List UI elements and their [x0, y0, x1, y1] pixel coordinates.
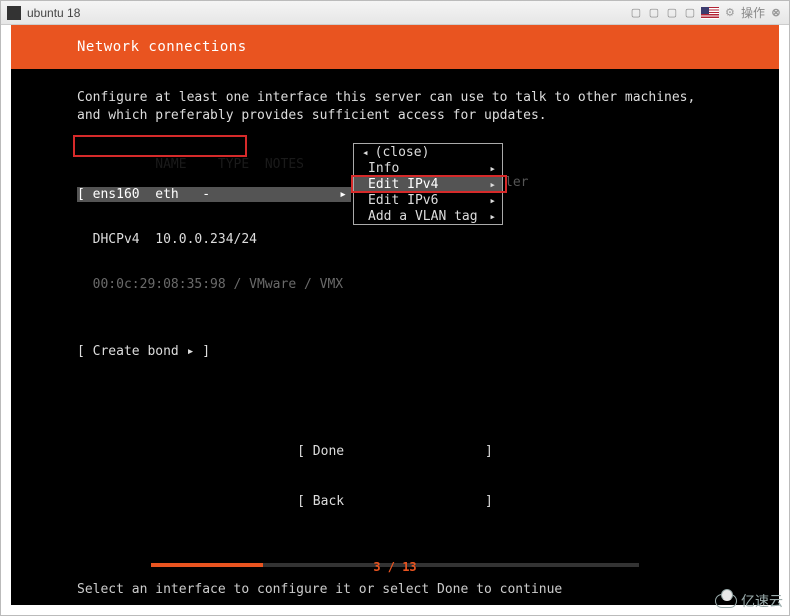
popup-item-label: Edit IPv6 [368, 193, 489, 208]
description-line-2: and which preferably provides sufficient… [77, 107, 763, 125]
popup-item-edit-ipv6[interactable]: Edit IPv6▸ [354, 192, 502, 208]
submenu-arrow-icon: ▸ [489, 210, 496, 223]
back-arrow-icon: ◂ [362, 146, 369, 159]
interface-popup-menu: ◂(close) Info▸ Edit IPv4▸ Edit IPv6▸ Add… [353, 143, 503, 225]
popup-item--close-[interactable]: ◂ (close) [354, 144, 502, 160]
description-line-1: Configure at least one interface this se… [77, 89, 763, 107]
popup-item-label: (close) [375, 145, 496, 160]
mac-row: 00:0c:29:08:35:98 / VMware / VMX [77, 277, 763, 292]
toolbar-icon-2[interactable]: ▢ [647, 6, 661, 20]
submenu-arrow-icon: ▸ [489, 194, 496, 207]
vm-window: ubuntu 18 ▢ ▢ ▢ ▢ ⚙ 操作 ⊗ Network connect… [0, 0, 790, 616]
popup-item-add-a-vlan-tag[interactable]: Add a VLAN tag▸ [354, 208, 502, 224]
us-flag-icon[interactable] [701, 7, 719, 19]
popup-item-edit-ipv4[interactable]: Edit IPv4▸ [354, 176, 502, 192]
create-bond-button[interactable]: [ Create bond ▸ ] [77, 344, 763, 359]
dhcp-row: DHCPv4 10.0.0.234/24 [77, 232, 763, 247]
footer-buttons: [ Done ] [ Back ] [11, 410, 779, 545]
toolbar-icon-4[interactable]: ▢ [683, 6, 697, 20]
gear-icon[interactable]: ⚙ [723, 6, 737, 20]
submenu-arrow-icon: ▸ [489, 178, 496, 191]
obscured-text: ler [505, 175, 528, 190]
toolbar-icon-1[interactable]: ▢ [629, 6, 643, 20]
table-header: NAME TYPE NOTES [140, 157, 304, 172]
help-text: Select an interface to configure it or s… [77, 582, 562, 597]
popup-item-info[interactable]: Info▸ [354, 160, 502, 176]
popup-item-label: Info [368, 161, 489, 176]
back-button[interactable]: [ Back ] [11, 494, 779, 511]
popup-item-label: Add a VLAN tag [368, 209, 489, 224]
done-button[interactable]: [ Done ] [11, 444, 779, 461]
submenu-arrow-icon: ▸ [489, 162, 496, 175]
titlebar: ubuntu 18 ▢ ▢ ▢ ▢ ⚙ 操作 ⊗ [1, 1, 789, 25]
app-icon [7, 6, 21, 20]
close-icon[interactable]: ⊗ [769, 6, 783, 20]
window-title: ubuntu 18 [27, 6, 80, 20]
installer-console: Network connections Configure at least o… [11, 25, 779, 605]
interface-row-ens160[interactable]: [ ens160 eth - [77, 187, 351, 202]
action-label[interactable]: 操作 [741, 6, 765, 20]
page-title: Network connections [11, 25, 779, 69]
progress-label: 3 / 13 [11, 560, 779, 574]
popup-item-label: Edit IPv4 [368, 177, 489, 192]
toolbar-icon-3[interactable]: ▢ [665, 6, 679, 20]
